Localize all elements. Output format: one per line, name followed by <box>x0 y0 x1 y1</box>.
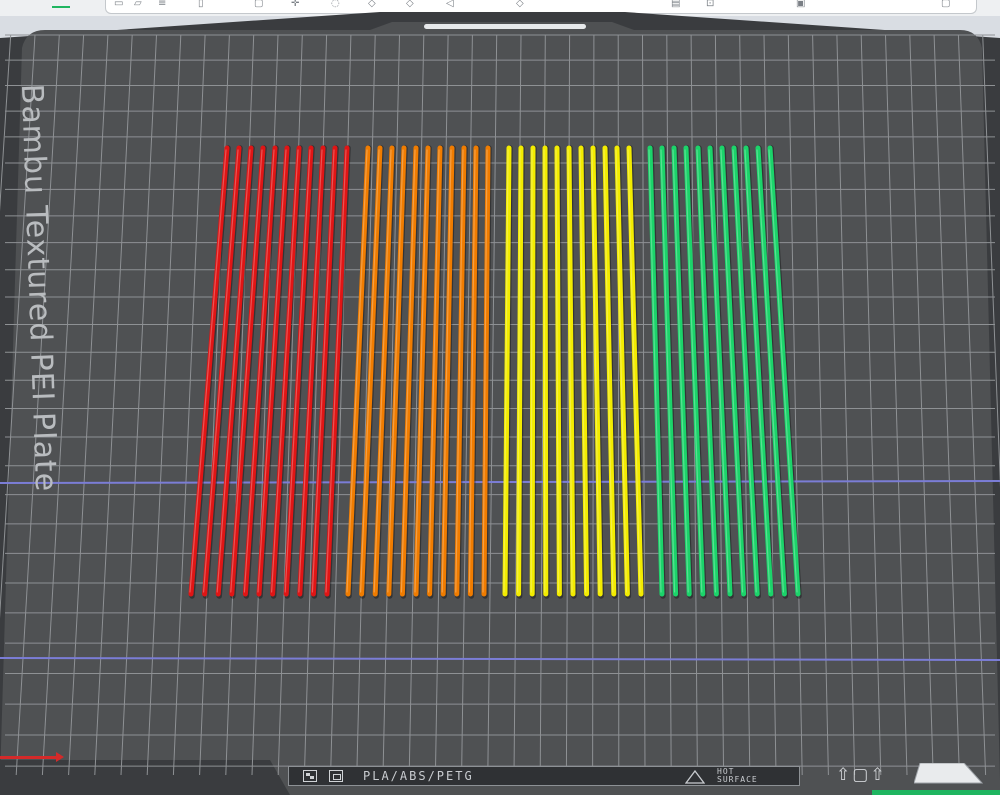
upload-icon: ⇧ <box>836 765 853 785</box>
strand-highlight <box>543 149 546 593</box>
plate-surface-icon <box>329 770 343 782</box>
hot-surface-line2: SURFACE <box>717 775 758 784</box>
hot-surface-warning: HOT SURFACE <box>717 768 758 784</box>
warning-triangle-icon <box>685 770 705 784</box>
build-plate[interactable] <box>0 0 1000 795</box>
status-indicator <box>872 790 1000 795</box>
build-plate-surface <box>0 12 1000 795</box>
bed-bottom-edge <box>0 760 290 795</box>
plate-corner-icons: ⇧▢⇧ <box>836 764 910 786</box>
plate-outline-icon: ▢ <box>852 765 871 785</box>
plate-corner-tab <box>914 763 984 784</box>
material-label: PLA/ABS/PETG <box>363 769 474 783</box>
plate-info-badge: PLA/ABS/PETG HOT SURFACE <box>288 766 800 786</box>
x-axis-indicator <box>0 752 64 762</box>
plate-handle <box>424 24 586 29</box>
plate-type-icon <box>303 770 317 782</box>
upload-icon-2: ⇧ <box>870 765 887 785</box>
strand-highlight <box>530 149 533 593</box>
